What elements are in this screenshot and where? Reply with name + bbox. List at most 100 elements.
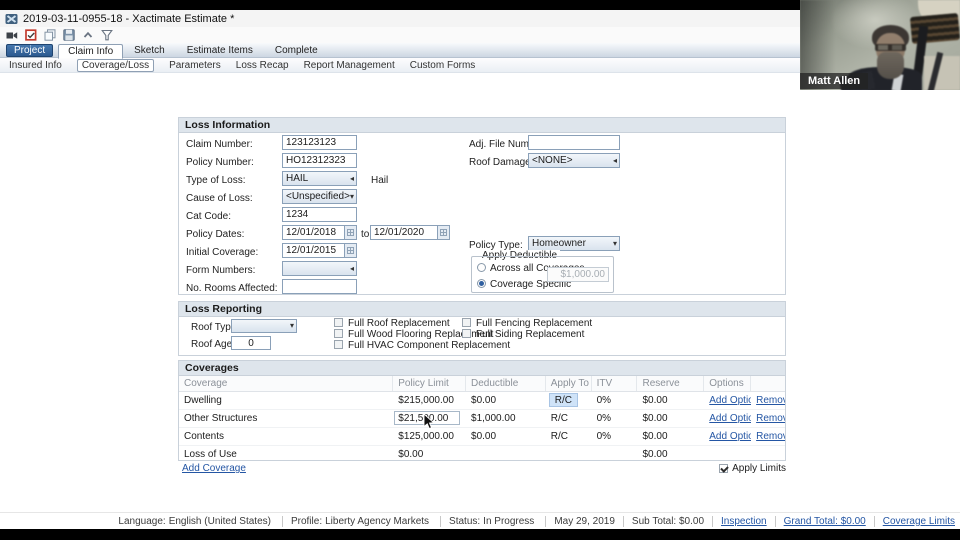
- language-value: English (United States): [169, 516, 271, 527]
- policy-type-dropdown[interactable]: Homeowner: [528, 236, 620, 251]
- status-label: Status:: [449, 516, 480, 527]
- claim-number-input[interactable]: 123123123: [282, 135, 357, 150]
- profile-label: Profile:: [291, 516, 322, 527]
- mouse-cursor: [423, 413, 435, 431]
- add-coverage-link[interactable]: Add Coverage: [182, 463, 246, 474]
- status-bar: Language: English (United States) Profile…: [0, 512, 960, 529]
- policy-dates-label: Policy Dates:: [186, 229, 244, 241]
- bottom-black-strip: [0, 529, 960, 540]
- subtab-insured-info[interactable]: Insured Info: [9, 60, 62, 71]
- policy-date-to-input[interactable]: 12/01/2020: [370, 225, 450, 240]
- table-row-other-structures: Other Structures $21,500.00 $1,000.00 R/…: [179, 410, 785, 428]
- calendar-icon[interactable]: [344, 244, 356, 257]
- type-of-loss-note: Hail: [371, 175, 388, 187]
- calendar-icon[interactable]: [437, 226, 449, 239]
- subtab-report-management[interactable]: Report Management: [304, 60, 395, 71]
- xactimate-window: 2019-03-11-0955-18 - Xactimate Estimate …: [0, 0, 960, 540]
- col-itv: ITV: [592, 376, 638, 391]
- webcam-video: Matt Allen: [800, 0, 960, 90]
- filter-funnel-icon[interactable]: [100, 29, 113, 42]
- subtab-custom-forms[interactable]: Custom Forms: [410, 60, 476, 71]
- add-options-link[interactable]: Add Options: [709, 431, 751, 442]
- subtab-parameters[interactable]: Parameters: [169, 60, 221, 71]
- across-all-coverages-radio[interactable]: [477, 263, 486, 272]
- tab-claim-info[interactable]: Claim Info: [58, 44, 123, 59]
- full-siding-replacement-checkbox[interactable]: [462, 329, 471, 338]
- apply-to-selected-cell[interactable]: R/C: [549, 393, 578, 407]
- profile-value: Liberty Agency Markets: [325, 516, 429, 527]
- dropdown-down-arrow-icon: [350, 193, 354, 201]
- language-label: Language:: [118, 516, 165, 527]
- loss-information-section: Loss Information Claim Number: 123123123…: [178, 117, 786, 295]
- policy-date-from-input[interactable]: 12/01/2018: [282, 225, 357, 240]
- cat-code-input[interactable]: 1234: [282, 207, 357, 222]
- loss-reporting-section: Loss Reporting Roof Type: Roof Age: 0 Fu…: [178, 301, 786, 356]
- adj-file-number-input[interactable]: [528, 135, 620, 150]
- apply-limits-label: Apply Limits: [732, 463, 786, 474]
- grand-total-link[interactable]: Grand Total: $0.00: [784, 516, 866, 527]
- col-deductible: Deductible: [466, 376, 546, 391]
- inspection-link[interactable]: Inspection: [721, 516, 767, 527]
- full-hvac-component-replacement-label: Full HVAC Component Replacement: [348, 340, 510, 352]
- col-policy-limit: Policy Limit: [393, 376, 466, 391]
- apply-limits-checkbox[interactable]: [719, 464, 728, 473]
- status-value: In Progress: [483, 516, 534, 527]
- tab-complete[interactable]: Complete: [264, 45, 329, 56]
- col-coverage: Coverage: [179, 376, 393, 391]
- coverages-header: Coverages: [179, 361, 785, 376]
- tab-estimate-items[interactable]: Estimate Items: [176, 45, 264, 56]
- collapse-caret-icon[interactable]: [81, 29, 94, 42]
- coverages-table-header: Coverage Policy Limit Deductible Apply T…: [179, 376, 785, 392]
- full-wood-flooring-replacement-checkbox[interactable]: [334, 329, 343, 338]
- table-row-dwelling: Dwelling $215,000.00 $0.00 R/C 0% $0.00 …: [179, 392, 785, 410]
- form-numbers-dropdown[interactable]: [282, 261, 357, 276]
- full-fencing-replacement-checkbox[interactable]: [462, 318, 471, 327]
- full-hvac-component-replacement-checkbox[interactable]: [334, 340, 343, 349]
- remove-link[interactable]: Remove: [756, 431, 785, 442]
- subtab-loss-recap[interactable]: Loss Recap: [236, 60, 289, 71]
- cat-code-label: Cat Code:: [186, 211, 231, 223]
- roof-damage-dropdown[interactable]: <NONE>: [528, 153, 620, 168]
- roof-age-input[interactable]: 0: [231, 336, 271, 350]
- dropdown-left-arrow-icon: [350, 265, 354, 273]
- coverage-limits-link[interactable]: Coverage Limits: [883, 516, 955, 527]
- tab-sketch[interactable]: Sketch: [123, 45, 176, 56]
- validate-icon[interactable]: [24, 29, 37, 42]
- roof-type-dropdown[interactable]: [231, 319, 297, 333]
- dropdown-down-arrow-icon: [613, 240, 617, 248]
- deductible-amount-input[interactable]: $1,000.00: [547, 267, 609, 282]
- tab-project[interactable]: Project: [6, 44, 53, 57]
- type-of-loss-label: Type of Loss:: [186, 175, 245, 187]
- col-apply-to: Apply To: [546, 376, 592, 391]
- policy-number-input[interactable]: HO12312323: [282, 153, 357, 168]
- loss-reporting-header: Loss Reporting: [179, 302, 785, 317]
- add-options-link[interactable]: Add Options: [709, 395, 751, 406]
- dropdown-down-arrow-icon: [290, 322, 294, 330]
- claim-number-label: Claim Number:: [186, 139, 253, 151]
- remove-link[interactable]: Remove: [756, 413, 785, 424]
- full-roof-replacement-checkbox[interactable]: [334, 318, 343, 327]
- initial-coverage-input[interactable]: 12/01/2015: [282, 243, 357, 258]
- dropdown-left-arrow-icon: [613, 157, 617, 165]
- cause-of-loss-dropdown[interactable]: <Unspecified>: [282, 189, 357, 204]
- form-numbers-label: Form Numbers:: [186, 265, 255, 277]
- save-icon[interactable]: [62, 29, 75, 42]
- window-title: 2019-03-11-0955-18 - Xactimate Estimate …: [23, 13, 234, 25]
- copy-icon[interactable]: [43, 29, 56, 42]
- table-row-loss-of-use: Loss of Use $0.00 $0.00: [179, 446, 785, 464]
- initial-coverage-label: Initial Coverage:: [186, 247, 258, 259]
- status-date: May 29, 2019: [554, 516, 615, 527]
- video-camera-icon[interactable]: [5, 29, 18, 42]
- subtab-coverage-loss[interactable]: Coverage/Loss: [77, 59, 154, 72]
- policy-number-label: Policy Number:: [186, 157, 254, 169]
- add-options-link[interactable]: Add Options: [709, 413, 751, 424]
- roof-damage-label: Roof Damage:: [469, 157, 533, 169]
- calendar-icon[interactable]: [344, 226, 356, 239]
- roof-age-label: Roof Age:: [191, 339, 235, 351]
- policy-dates-joiner: to: [361, 229, 369, 241]
- rooms-affected-input[interactable]: [282, 279, 357, 294]
- sub-total: Sub Total: $0.00: [632, 516, 704, 527]
- remove-link[interactable]: Remove: [756, 395, 785, 406]
- type-of-loss-dropdown[interactable]: HAIL: [282, 171, 357, 186]
- coverage-specific-radio[interactable]: [477, 279, 486, 288]
